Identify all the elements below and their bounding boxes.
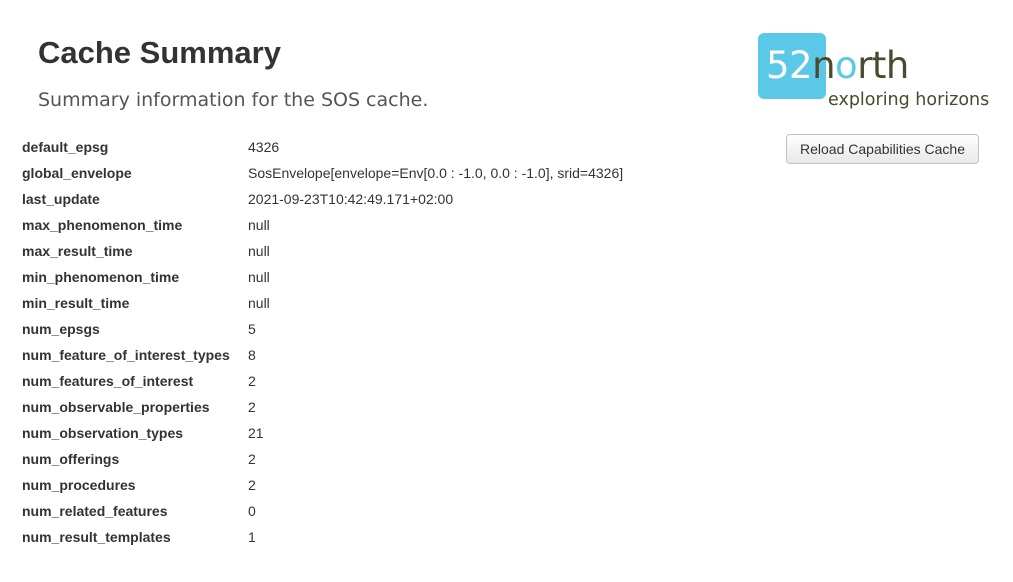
page-subtitle: Summary information for the SOS cache. bbox=[38, 89, 429, 111]
summary-value: null bbox=[248, 269, 270, 285]
summary-value: 2 bbox=[248, 477, 256, 493]
summary-value: 1 bbox=[248, 529, 256, 545]
summary-key: min_phenomenon_time bbox=[22, 269, 180, 285]
summary-value: 2 bbox=[248, 373, 256, 389]
summary-value: SosEnvelope[envelope=Env[0.0 : -1.0, 0.0… bbox=[248, 165, 624, 181]
table-row: min_phenomenon_time null bbox=[20, 264, 625, 290]
summary-key: num_related_features bbox=[22, 503, 168, 519]
summary-key: max_result_time bbox=[22, 243, 133, 259]
table-row: global_envelope SosEnvelope[envelope=Env[… bbox=[20, 160, 625, 186]
summary-value: 2 bbox=[248, 451, 256, 467]
cache-summary-body: default_epsg 4326 global_envelope SosEnvelo… bbox=[20, 134, 625, 550]
table-row: num_offerings 2 bbox=[20, 446, 625, 472]
table-row: num_features_of_interest 2 bbox=[20, 368, 625, 394]
cache-summary-table: default_epsg 4326 global_envelope SosEnvelo… bbox=[20, 134, 625, 550]
summary-key: num_features_of_interest bbox=[22, 373, 194, 389]
table-row: num_related_features 0 bbox=[20, 498, 625, 524]
page-title: Cache Summary bbox=[38, 35, 281, 70]
table-row: num_epsgs 5 bbox=[20, 316, 625, 342]
summary-key: num_offerings bbox=[22, 451, 120, 467]
summary-key: default_epsg bbox=[22, 139, 109, 155]
summary-value: null bbox=[248, 217, 270, 233]
table-row: max_result_time null bbox=[20, 238, 625, 264]
52north-logo[interactable]: 52north exploring horizons bbox=[758, 33, 989, 115]
summary-value: 8 bbox=[248, 347, 256, 363]
summary-value: 0 bbox=[248, 503, 256, 519]
summary-value: 2021-09-23T10:42:49.171+02:00 bbox=[248, 191, 454, 207]
summary-key: num_epsgs bbox=[22, 321, 100, 337]
logo-tagline: exploring horizons bbox=[828, 90, 990, 110]
table-row: num_observation_types 21 bbox=[20, 420, 625, 446]
table-row: num_result_templates 1 bbox=[20, 524, 625, 550]
summary-key: num_observable_properties bbox=[22, 399, 210, 415]
table-row: last_update 2021-09-23T10:42:49.171+02:00 bbox=[20, 186, 625, 212]
reload-capabilities-cache-button[interactable]: Reload Capabilities Cache bbox=[786, 134, 979, 164]
summary-key: num_feature_of_interest_types bbox=[22, 347, 230, 363]
table-row: min_result_time null bbox=[20, 290, 625, 316]
summary-value: 5 bbox=[248, 321, 256, 337]
summary-key: num_result_templates bbox=[22, 529, 171, 545]
summary-key: max_phenomenon_time bbox=[22, 217, 183, 233]
summary-key: min_result_time bbox=[22, 295, 130, 311]
summary-value: 4326 bbox=[248, 139, 280, 155]
logo-wordmark: 52north bbox=[766, 44, 909, 87]
summary-key: num_procedures bbox=[22, 477, 136, 493]
summary-value: 2 bbox=[248, 399, 256, 415]
summary-key: last_update bbox=[22, 191, 100, 207]
table-row: num_observable_properties 2 bbox=[20, 394, 625, 420]
table-row: max_phenomenon_time null bbox=[20, 212, 625, 238]
summary-value: null bbox=[248, 243, 270, 259]
table-row: default_epsg 4326 bbox=[20, 134, 625, 160]
summary-key: global_envelope bbox=[22, 165, 132, 181]
table-row: num_procedures 2 bbox=[20, 472, 625, 498]
summary-value: 21 bbox=[248, 425, 264, 441]
table-row: num_feature_of_interest_types 8 bbox=[20, 342, 625, 368]
summary-value: null bbox=[248, 295, 270, 311]
summary-key: num_observation_types bbox=[22, 425, 184, 441]
